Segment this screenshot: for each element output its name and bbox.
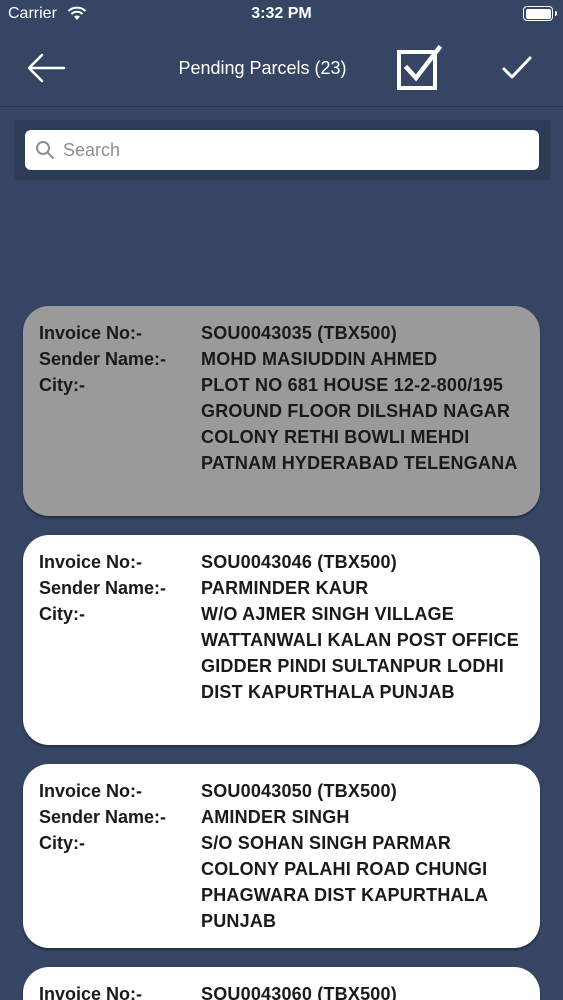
- invoice-label: Invoice No:-: [39, 552, 143, 572]
- invoice-label: Invoice No:-: [39, 781, 143, 801]
- parcel-card[interactable]: Invoice No:- Sender Name:- City:- SOU004…: [23, 306, 540, 516]
- city-value: PLOT NO 681 HOUSE 12-2-800/195 GROUND FL…: [201, 375, 518, 473]
- invoice-label: Invoice No:-: [39, 984, 143, 1000]
- parcel-card[interactable]: Invoice No:- Sender Name:- City:- SOU004…: [23, 764, 540, 948]
- parcel-list: Invoice No:- Sender Name:- City:- SOU004…: [0, 0, 563, 1000]
- parcel-card[interactable]: Invoice No:- SOU0043060 (TBX500): [23, 967, 540, 1000]
- invoice-value: SOU0043050 (TBX500): [201, 781, 397, 801]
- invoice-label: Invoice No:-: [39, 323, 143, 343]
- sender-label: Sender Name:-: [39, 349, 167, 369]
- city-label: City:-: [39, 833, 85, 853]
- sender-value: AMINDER SINGH: [201, 807, 350, 827]
- city-value: W/O AJMER SINGH VILLAGE WATTANWALI KALAN…: [201, 604, 519, 702]
- sender-value: PARMINDER KAUR: [201, 578, 369, 598]
- invoice-value: SOU0043060 (TBX500): [201, 984, 397, 1000]
- invoice-value: SOU0043046 (TBX500): [201, 552, 397, 572]
- city-label: City:-: [39, 375, 85, 395]
- invoice-value: SOU0043035 (TBX500): [201, 323, 397, 343]
- sender-label: Sender Name:-: [39, 807, 167, 827]
- sender-value: MOHD MASIUDDIN AHMED: [201, 349, 438, 369]
- city-label: City:-: [39, 604, 85, 624]
- sender-label: Sender Name:-: [39, 578, 167, 598]
- parcel-card[interactable]: Invoice No:- Sender Name:- City:- SOU004…: [23, 535, 540, 745]
- city-value: S/O SOHAN SINGH PARMAR COLONY PALAHI ROA…: [201, 833, 488, 931]
